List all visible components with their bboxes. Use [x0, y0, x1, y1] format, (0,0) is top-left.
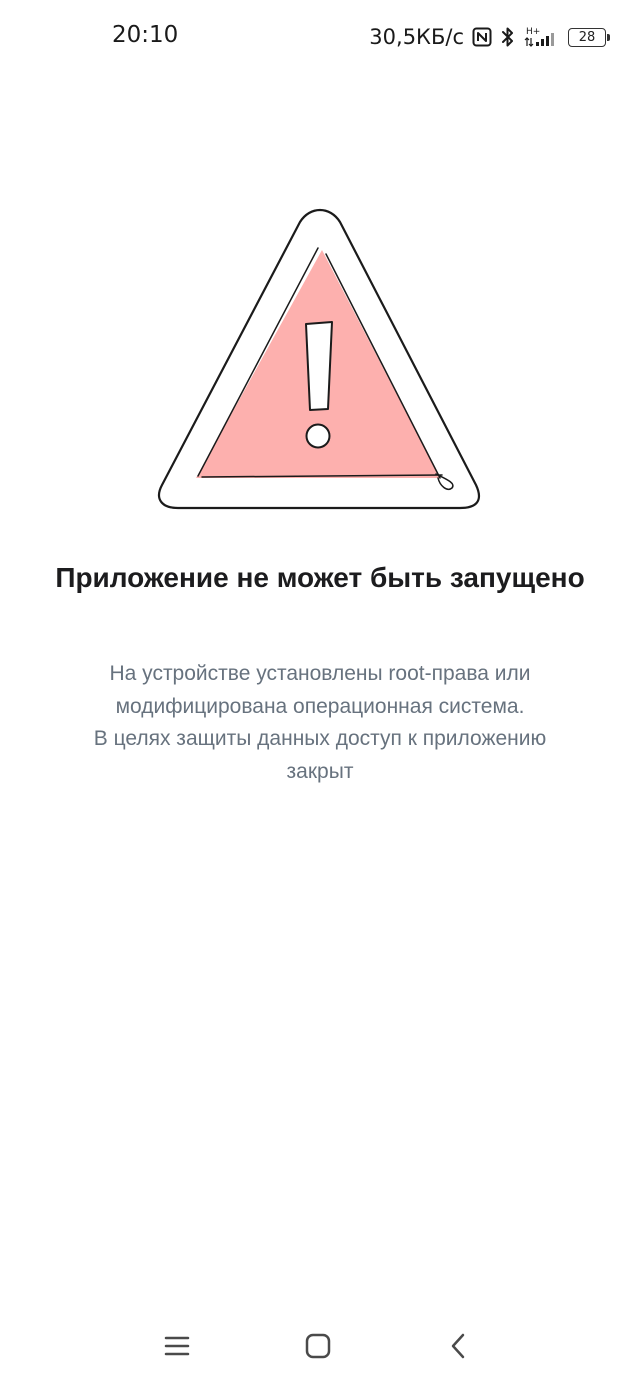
status-bar: 20:10 30,5КБ/с H+ 28	[0, 0, 640, 74]
network-speed: 30,5КБ/с	[369, 25, 464, 49]
navigation-bar	[0, 1318, 640, 1378]
battery-icon: 28	[568, 27, 610, 47]
nfc-icon	[472, 27, 492, 47]
home-button[interactable]	[288, 1318, 348, 1378]
back-icon	[448, 1332, 468, 1365]
signal-icon: H+	[524, 25, 560, 49]
network-type-label: H+	[526, 27, 540, 37]
menu-button[interactable]	[147, 1318, 207, 1378]
error-message-line: В целях защиты данных доступ к приложени…	[93, 727, 547, 750]
error-message-line: закрыт	[286, 759, 354, 783]
warning-triangle-icon	[150, 200, 490, 520]
battery-level: 28	[568, 27, 606, 47]
error-message: На устройстве установлены root-права или…	[40, 658, 600, 788]
error-message-line: модифицирована операционная система.	[115, 694, 525, 718]
back-button[interactable]	[428, 1318, 488, 1378]
error-message-line: На устройстве установлены root-права или	[109, 662, 531, 685]
bluetooth-icon	[500, 26, 516, 48]
home-icon	[305, 1333, 331, 1364]
status-indicators: 30,5КБ/с H+ 28	[369, 22, 610, 52]
menu-icon	[164, 1335, 190, 1362]
error-title: Приложение не может быть запущено	[55, 562, 585, 593]
status-time: 20:10	[112, 22, 179, 48]
